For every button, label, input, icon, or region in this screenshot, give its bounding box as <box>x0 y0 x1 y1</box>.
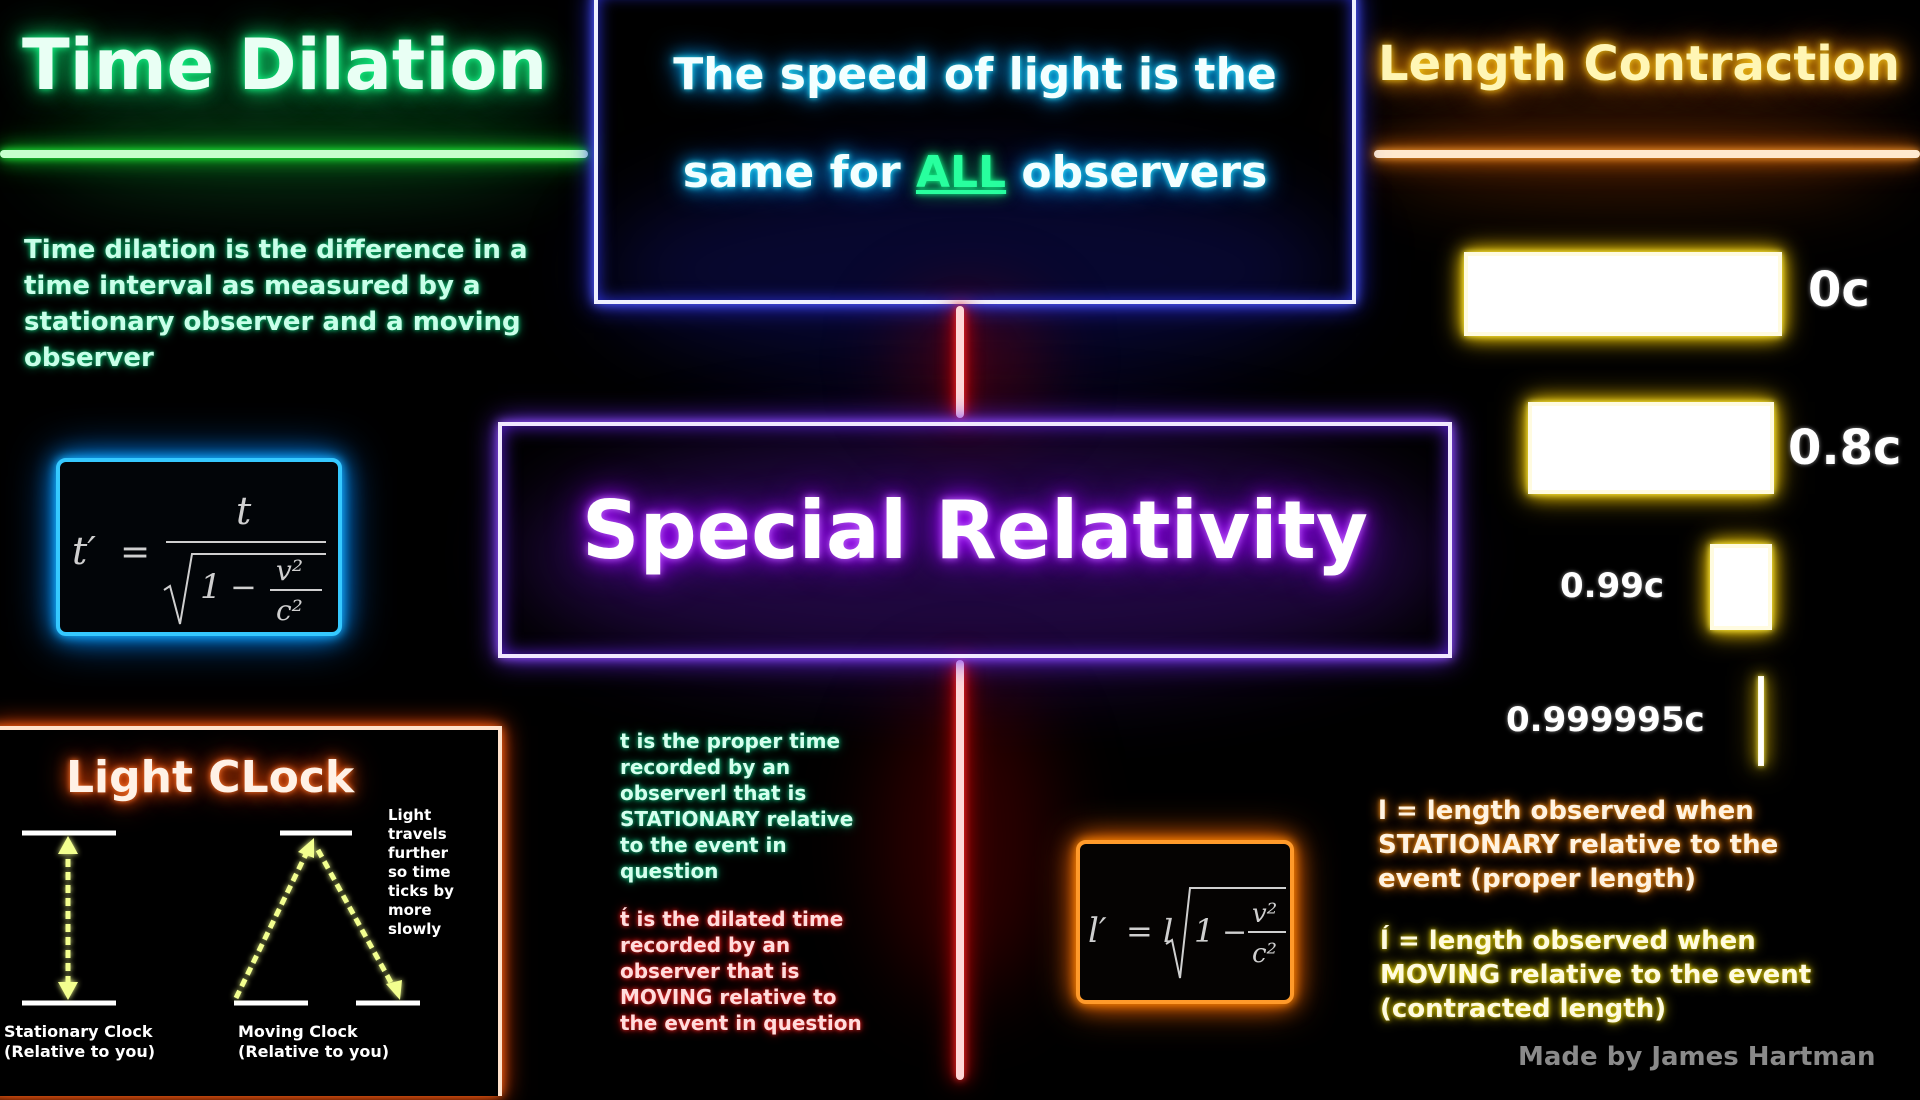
speed-of-light-line-1: The speed of light is the <box>673 49 1277 100</box>
connector-bottom <box>956 660 964 1080</box>
length-bar-0-8c-label: 0.8c <box>1788 420 1902 476</box>
contracted-length-definition: ĺ = length observed when MOVING relativ… <box>1380 926 1812 1024</box>
formula-v-squared-length: v² <box>1252 899 1277 929</box>
stationary-light-path <box>58 836 78 1000</box>
light-clock-note: Light travels further so time ticks by m… <box>388 806 454 938</box>
length-contraction-formula: l′ = l 1 − v² c² <box>1076 840 1294 1004</box>
moving-clock-label-line-1: Moving Clock <box>238 1022 358 1041</box>
length-bar-0-999995c-label: 0.999995c <box>1506 700 1705 740</box>
formula-minus: − <box>230 568 257 606</box>
proper-time-description: t is the proper time recorded by an obse… <box>620 729 854 883</box>
length-contraction-heading: Length Contraction <box>1378 36 1900 92</box>
moving-clock-label-line-2: (Relative to you) <box>238 1042 390 1061</box>
time-dilation-formula: t′ = t 1 − v² c² <box>56 458 342 636</box>
special-relativity-box: Special Relativity <box>498 422 1452 658</box>
length-contraction-underline <box>1374 150 1920 158</box>
connector-top <box>956 306 964 418</box>
time-dilation-underline <box>0 150 588 158</box>
length-bar-0c-label: 0c <box>1808 262 1870 318</box>
length-bar-0-99c <box>1710 544 1772 630</box>
length-contraction-equation: l′ = l 1 − v² c² <box>1088 887 1286 979</box>
length-bar-0-999995c <box>1758 676 1764 766</box>
time-dilation-heading: Time Dilation <box>22 24 548 106</box>
light-clock-title: Light CLock <box>66 752 355 803</box>
speed-of-light-statement: The speed of light is the same for ALL o… <box>598 26 1352 222</box>
author-credit: Made by James Hartman <box>1518 1042 1876 1072</box>
formula-c-squared-length: c² <box>1252 939 1277 969</box>
time-dilation-equation: t′ = t 1 − v² c² <box>72 489 326 627</box>
formula-minus-length: − <box>1222 915 1247 950</box>
red-glow-cloud-bottom <box>880 680 1050 1000</box>
moving-light-path <box>233 838 402 1000</box>
formula-equals: = <box>120 532 150 573</box>
special-relativity-title: Special Relativity <box>581 484 1369 577</box>
formula-one: 1 <box>200 567 222 607</box>
speed-of-light-box: The speed of light is the same for ALL o… <box>594 0 1356 304</box>
moving-clock-label: Moving Clock (Relative to you) <box>238 1022 389 1062</box>
time-dilation-description: Time dilation is the difference in a tim… <box>24 235 528 373</box>
proper-length-definition: l = length observed when STATIONARY rela… <box>1378 796 1779 894</box>
stationary-clock-label: Stationary Clock (Relative to you) <box>4 1022 155 1062</box>
formula-l-prime: l′ <box>1088 911 1107 951</box>
stationary-clock-label-line-1: Stationary Clock <box>4 1022 153 1041</box>
red-glow-cloud-top <box>900 300 1040 420</box>
dilated-time-description: t́ is the dilated time recorded by an ob… <box>620 907 862 1035</box>
speed-of-light-line-2: same for ALL observers <box>598 124 1352 222</box>
formula-v-squared: v² <box>276 554 303 587</box>
all-emphasis: ALL <box>915 147 1007 198</box>
length-bar-0-99c-label: 0.99c <box>1560 566 1665 606</box>
formula-one-length: 1 <box>1194 912 1214 950</box>
length-bar-0c <box>1464 252 1782 336</box>
green-glow-cloud <box>40 100 560 190</box>
formula-equals-l: = l <box>1126 912 1173 950</box>
stationary-clock-label-line-2: (Relative to you) <box>4 1042 156 1061</box>
formula-t-prime: t′ <box>72 529 96 573</box>
speed-of-light-line-2-end: observers <box>1006 147 1268 198</box>
speed-of-light-line-2-start: same for <box>682 147 916 198</box>
formula-numerator: t <box>236 489 252 533</box>
length-bar-0-8c <box>1528 402 1774 494</box>
formula-c-squared: c² <box>276 594 303 627</box>
